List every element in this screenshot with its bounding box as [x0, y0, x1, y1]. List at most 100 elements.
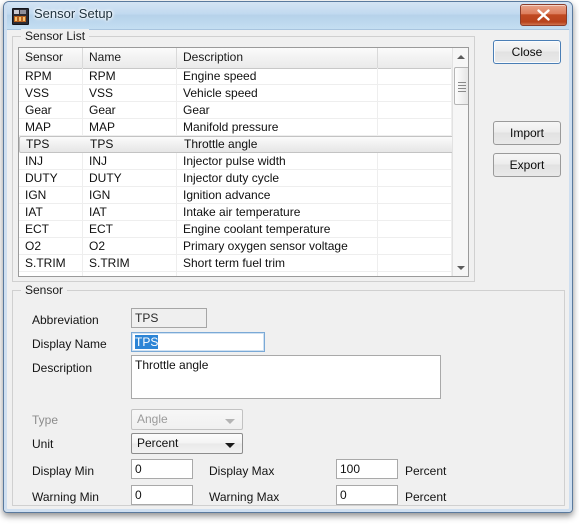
cell-name: IAT	[83, 203, 177, 221]
warning-max-field[interactable]: 0	[336, 485, 398, 505]
unit-dropdown[interactable]: Percent	[131, 433, 243, 454]
table-row[interactable]: MAP MAP Manifold pressure	[19, 118, 468, 136]
table-row[interactable]: VSS VSS Vehicle speed	[19, 84, 468, 102]
display-name-value: TPS	[135, 335, 159, 349]
grid-header-row: Sensor Name Description	[19, 48, 468, 69]
cell-sensor: MAP	[19, 118, 83, 136]
sensor-list-group-label: Sensor List	[21, 29, 90, 43]
cell-name: S.TRIM	[83, 254, 177, 272]
cell-sensor: RPM	[19, 67, 83, 85]
cell-name: VSS	[83, 84, 177, 102]
table-row[interactable]: S.TRIM S.TRIM Short term fuel trim	[19, 254, 468, 272]
display-max-unit-label: Percent	[405, 464, 447, 478]
cell-description	[177, 271, 378, 276]
cell-name: RPM	[83, 67, 177, 85]
cell-name: DUTY	[83, 169, 177, 187]
window-title: Sensor Setup	[34, 6, 113, 21]
unit-label: Unit	[32, 437, 54, 451]
scroll-down-button[interactable]	[453, 259, 468, 276]
scroll-up-button[interactable]	[453, 48, 468, 65]
cell-description: Engine coolant temperature	[177, 220, 378, 238]
cell-sensor	[19, 271, 83, 276]
cell-extra	[378, 220, 452, 238]
cell-description: Engine speed	[177, 67, 378, 85]
column-header-extra[interactable]	[378, 48, 452, 68]
cell-sensor: Gear	[19, 101, 83, 119]
table-row[interactable]: IGN IGN Ignition advance	[19, 186, 468, 204]
close-icon	[537, 9, 550, 21]
abbreviation-field: TPS	[131, 308, 207, 328]
scrollbar-thumb[interactable]	[454, 67, 468, 105]
column-header-description[interactable]: Description	[177, 48, 378, 68]
warning-max-unit-label: Percent	[405, 490, 447, 504]
sensor-detail-group-label: Sensor	[21, 283, 68, 297]
cell-description: Throttle angle	[184, 137, 258, 151]
cell-name: TPS	[90, 137, 114, 151]
cell-description: Short term fuel trim	[177, 254, 378, 272]
cell-description: Gear	[177, 101, 378, 119]
cell-extra	[378, 169, 452, 187]
type-label: Type	[32, 413, 59, 427]
cell-name: Gear	[83, 101, 177, 119]
column-header-sensor[interactable]: Sensor	[19, 48, 83, 68]
cell-extra	[378, 84, 452, 102]
warning-min-label: Warning Min	[32, 490, 99, 504]
cell-name: INJ	[83, 152, 177, 170]
table-row[interactable]: TPS TPS Throttle angle	[19, 136, 468, 153]
chevron-down-icon	[225, 419, 235, 424]
cell-description: Intake air temperature	[177, 203, 378, 221]
close-button[interactable]: Close	[493, 40, 561, 64]
table-row[interactable]: DUTY DUTY Injector duty cycle	[19, 169, 468, 187]
cell-extra	[378, 271, 452, 276]
cell-description: Manifold pressure	[177, 118, 378, 136]
grid-vertical-scrollbar[interactable]	[452, 48, 468, 276]
cell-sensor: IGN	[19, 186, 83, 204]
warning-min-field[interactable]: 0	[131, 485, 193, 505]
type-value: Angle	[137, 412, 168, 426]
close-window-button[interactable]	[520, 4, 567, 26]
sensor-list-group: Sensor List Sensor Name Description RPM R…	[12, 29, 475, 282]
table-row[interactable]	[19, 271, 468, 276]
triangle-down-icon	[457, 265, 465, 270]
cell-extra	[378, 101, 452, 119]
table-row[interactable]: IAT IAT Intake air temperature	[19, 203, 468, 221]
cell-extra	[378, 152, 452, 170]
cell-sensor: O2	[19, 237, 83, 255]
display-max-field[interactable]: 100	[336, 459, 398, 479]
description-field[interactable]: Throttle angle	[131, 355, 441, 399]
display-min-field[interactable]: 0	[131, 459, 193, 479]
cell-extra	[378, 203, 452, 221]
cell-extra	[378, 118, 452, 136]
display-max-label: Display Max	[209, 464, 275, 478]
cell-extra	[378, 237, 452, 255]
cell-description: Injector duty cycle	[177, 169, 378, 187]
cell-sensor: VSS	[19, 84, 83, 102]
table-row[interactable]: O2 O2 Primary oxygen sensor voltage	[19, 237, 468, 255]
sensor-setup-window: Sensor Setup Sensor List Sensor Name Des…	[3, 1, 573, 513]
description-label: Description	[32, 361, 93, 375]
title-bar[interactable]: Sensor Setup	[4, 2, 572, 30]
table-row[interactable]: ECT ECT Engine coolant temperature	[19, 220, 468, 238]
cell-sensor: INJ	[19, 152, 83, 170]
cell-name: MAP	[83, 118, 177, 136]
chevron-down-icon	[225, 443, 235, 448]
cell-name	[83, 271, 177, 276]
display-name-field[interactable]: TPS	[131, 332, 265, 352]
cell-sensor: IAT	[19, 203, 83, 221]
sensor-list-grid[interactable]: Sensor Name Description RPM RPM Engine spe…	[18, 47, 469, 277]
cell-extra	[379, 136, 453, 153]
unit-value: Percent	[137, 436, 179, 450]
table-row[interactable]: INJ INJ Injector pulse width	[19, 152, 468, 170]
cell-sensor: ECT	[19, 220, 83, 238]
column-header-name[interactable]: Name	[83, 48, 177, 68]
cell-sensor: S.TRIM	[19, 254, 83, 272]
cell-name: O2	[83, 237, 177, 255]
export-button[interactable]: Export	[493, 153, 561, 177]
grid-rows-container: RPM RPM Engine speed VSS VSS Vehicle speed Gea…	[19, 67, 468, 276]
display-min-label: Display Min	[32, 464, 95, 478]
table-row[interactable]: RPM RPM Engine speed	[19, 67, 468, 85]
cell-extra	[378, 186, 452, 204]
import-button[interactable]: Import	[493, 121, 561, 145]
cell-extra	[378, 67, 452, 85]
table-row[interactable]: Gear Gear Gear	[19, 101, 468, 119]
